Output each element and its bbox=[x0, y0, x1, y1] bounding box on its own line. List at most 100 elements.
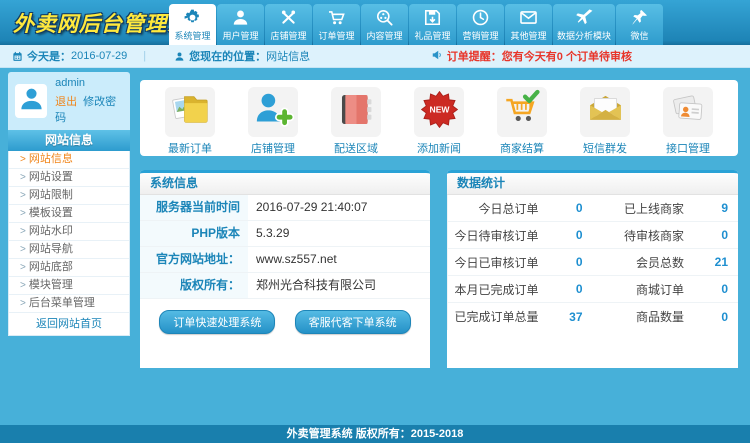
caret-icon: > bbox=[20, 226, 26, 237]
shortcuts-panel: 最新订单 店铺管理 配送区域 NEW 添加新闻 bbox=[140, 80, 738, 156]
nav-tab[interactable]: 礼品管理 bbox=[409, 4, 456, 45]
back-to-site-link[interactable]: 返回网站首页 bbox=[9, 313, 129, 335]
stat-cell: 本月已完成订单 0 bbox=[447, 276, 593, 303]
system-action-button[interactable]: 客服代客下单系统 bbox=[295, 310, 411, 334]
sidebar-section-title: 网站信息 bbox=[8, 130, 130, 151]
caret-icon: > bbox=[20, 172, 26, 183]
nav-tab[interactable]: 用户管理 bbox=[217, 4, 264, 45]
breadcrumb-divider: | bbox=[143, 50, 146, 62]
sidebar-menu: >网站信息 >网站设置 >网站限制 >模板设置 >网站水 bbox=[8, 151, 130, 336]
order-alert-text: 订单提醒：您有今天有0 个订单待审核 bbox=[447, 48, 632, 64]
clock-icon bbox=[471, 8, 490, 27]
user-icon bbox=[174, 51, 185, 62]
stat-value: 0 bbox=[539, 228, 583, 242]
cart-icon bbox=[327, 8, 346, 27]
nav-tab[interactable]: 系统管理 bbox=[169, 4, 216, 45]
system-info-row: 版权所有： 郑州光合科技有限公司 bbox=[140, 273, 430, 299]
caret-icon: > bbox=[20, 208, 26, 219]
user-icon bbox=[231, 8, 250, 27]
svg-text:NEW: NEW bbox=[429, 104, 450, 114]
shop-add-icon bbox=[253, 89, 294, 135]
nav-tab[interactable]: 店铺管理 bbox=[265, 4, 312, 45]
sidebar-item[interactable]: >网站水印 bbox=[9, 223, 129, 241]
calendar-icon bbox=[12, 51, 23, 62]
sidebar-item[interactable]: >网站底部 bbox=[9, 259, 129, 277]
stat-value: 0 bbox=[684, 228, 728, 242]
system-info-panel: 系统信息 服务器当前时间 2016-07-29 21:40:07 PHP版本 5… bbox=[140, 170, 430, 368]
order-alert: 订单提醒：您有今天有0 个订单待审核 bbox=[431, 48, 632, 64]
nav-tab[interactable]: 订单管理 bbox=[313, 4, 360, 45]
sidebar-item[interactable]: >模块管理 bbox=[9, 277, 129, 295]
caret-icon: > bbox=[20, 262, 26, 273]
caret-icon: > bbox=[20, 298, 26, 309]
stat-value: 37 bbox=[539, 310, 583, 324]
alert-horn-icon bbox=[431, 49, 443, 64]
shortcut-item[interactable]: 商家结算 bbox=[486, 87, 558, 156]
stat-cell: 今日总订单 0 bbox=[447, 195, 593, 222]
system-info-row: PHP版本 5.3.29 bbox=[140, 221, 430, 247]
shortcut-item[interactable]: 店铺管理 bbox=[237, 87, 309, 156]
sidebar-item[interactable]: >网站设置 bbox=[9, 169, 129, 187]
stat-value: 21 bbox=[684, 255, 728, 269]
stat-value: 0 bbox=[684, 282, 728, 296]
app-header: 外卖网后台管理系统 系统管理 用户管理 店铺管理 bbox=[0, 0, 750, 45]
system-info-row: 官方网站地址： www.sz557.net bbox=[140, 247, 430, 273]
current-date: 2016-07-29 bbox=[71, 50, 127, 62]
shortcut-item[interactable]: NEW 添加新闻 bbox=[403, 87, 475, 156]
shortcut-item[interactable]: 短信群发 bbox=[569, 87, 641, 156]
current-location: 网站信息 bbox=[266, 48, 310, 64]
sidebar-item[interactable]: >网站导航 bbox=[9, 241, 129, 259]
caret-icon: > bbox=[20, 154, 26, 165]
sidebar-item[interactable]: >模板设置 bbox=[9, 205, 129, 223]
username: admin bbox=[55, 77, 123, 89]
shortcut-item[interactable]: 配送区域 bbox=[320, 87, 392, 156]
add-news-icon: NEW bbox=[419, 89, 460, 135]
nav-tab[interactable]: 营销管理 bbox=[457, 4, 504, 45]
shortcut-item[interactable]: 接口管理 bbox=[652, 87, 724, 156]
stats-title: 数据统计 bbox=[447, 170, 738, 195]
stat-cell: 已上线商家 9 bbox=[593, 195, 739, 222]
caret-icon: > bbox=[20, 244, 26, 255]
shortcut-item[interactable]: 最新订单 bbox=[154, 87, 226, 156]
system-action-button[interactable]: 订单快速处理系统 bbox=[159, 310, 275, 334]
stat-cell: 会员总数 21 bbox=[593, 249, 739, 276]
plane-icon bbox=[575, 8, 594, 27]
avatar bbox=[15, 84, 47, 118]
settlement-icon bbox=[502, 89, 543, 135]
stats-panel: 数据统计 今日总订单 0 已上线商家 9 今日待审核订单 0 bbox=[447, 170, 738, 368]
gear-icon bbox=[183, 8, 202, 27]
stat-cell: 待审核商家 0 bbox=[593, 222, 739, 249]
location-label: 您现在的位置： bbox=[189, 48, 266, 64]
stat-value: 9 bbox=[684, 201, 728, 215]
page-footer: 外卖管理系统 版权所有：2015-2018 bbox=[0, 425, 750, 443]
stat-value: 0 bbox=[684, 310, 728, 324]
stat-value: 0 bbox=[539, 255, 583, 269]
save-icon bbox=[423, 8, 442, 27]
stat-cell: 今日待审核订单 0 bbox=[447, 222, 593, 249]
user-box: admin 退出修改密码 bbox=[8, 72, 130, 130]
stat-cell: 商城订单 0 bbox=[593, 276, 739, 303]
nav-tab[interactable]: 微信 bbox=[616, 4, 663, 45]
nav-tab[interactable]: 其他管理 bbox=[505, 4, 552, 45]
pin-icon bbox=[630, 8, 649, 27]
stat-value: 0 bbox=[539, 201, 583, 215]
sidebar: admin 退出修改密码 网站信息 >网站信息 >网站设置 bbox=[8, 72, 130, 336]
system-info-row: 服务器当前时间 2016-07-29 21:40:07 bbox=[140, 195, 430, 221]
stat-cell: 今日已审核订单 0 bbox=[447, 249, 593, 276]
stats-grid: 今日总订单 0 已上线商家 9 今日待审核订单 0 待审核商家 0 bbox=[447, 195, 738, 330]
person-avatar-icon bbox=[18, 85, 45, 117]
sidebar-item[interactable]: >网站限制 bbox=[9, 187, 129, 205]
nav-tab[interactable]: 数据分析模块 bbox=[553, 4, 615, 45]
media-icon bbox=[375, 8, 394, 27]
sidebar-item[interactable]: >后台菜单管理 bbox=[9, 295, 129, 313]
latest-orders-icon bbox=[170, 89, 211, 135]
stat-cell: 商品数量 0 bbox=[593, 303, 739, 330]
tools-icon bbox=[279, 8, 298, 27]
nav-tab[interactable]: 内容管理 bbox=[361, 4, 408, 45]
date-label: 今天是： bbox=[27, 48, 71, 64]
system-info-title: 系统信息 bbox=[140, 170, 430, 195]
logout-link[interactable]: 退出 bbox=[55, 96, 77, 108]
breadcrumb-bar: 今天是： 2016-07-29 | 您现在的位置： 网站信息 订单提醒：您有今天… bbox=[0, 45, 750, 68]
sidebar-item[interactable]: >网站信息 bbox=[9, 151, 129, 169]
user-meta: admin 退出修改密码 bbox=[55, 77, 123, 125]
